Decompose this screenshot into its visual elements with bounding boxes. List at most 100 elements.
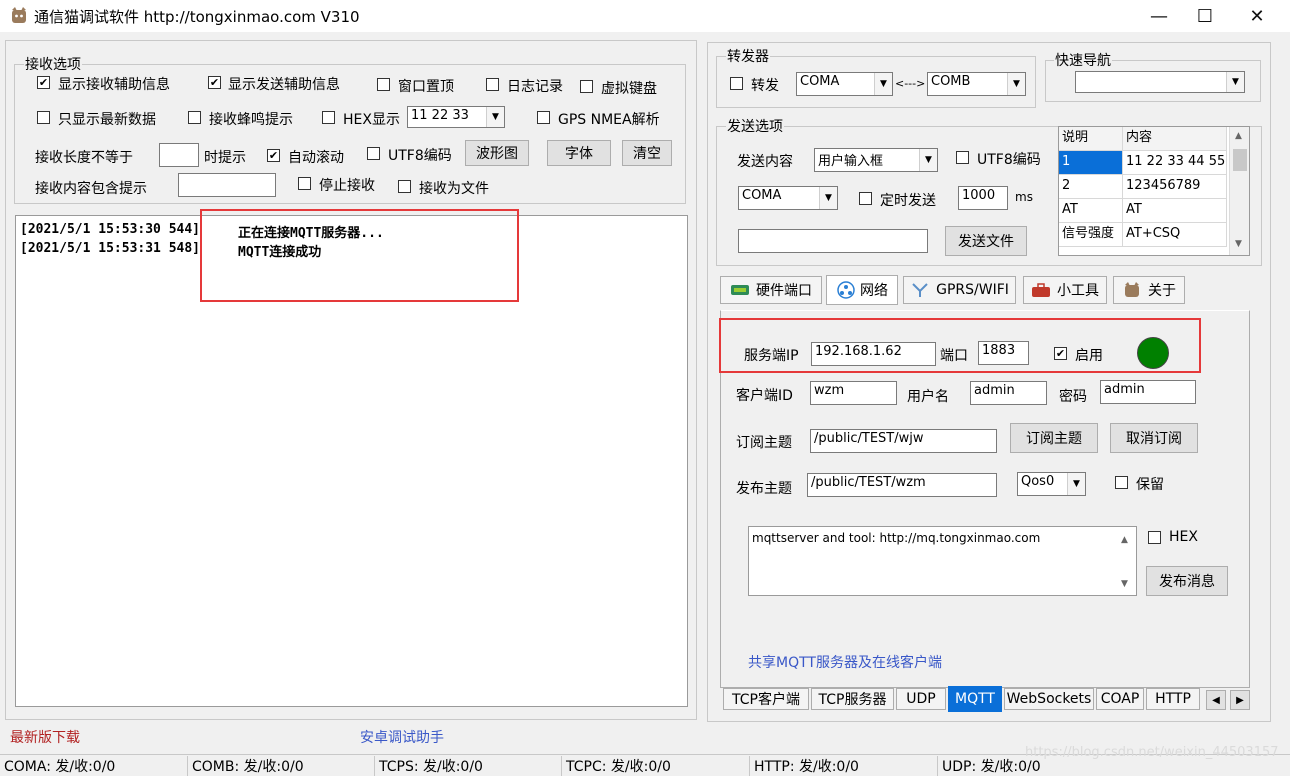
- timed-send-label: 定时发送: [880, 193, 936, 209]
- prompt-when-label: 时提示: [204, 150, 246, 166]
- tab-mqtt[interactable]: MQTT: [948, 686, 1002, 712]
- publish-topic-input[interactable]: /public/TEST/wzm: [807, 473, 997, 497]
- stop-recv-label: 停止接收: [319, 178, 375, 194]
- tab-gprs-wifi[interactable]: GPRS/WIFI: [903, 276, 1016, 304]
- tab-network[interactable]: 网络: [826, 275, 898, 305]
- chevron-down-icon[interactable]: ▼: [1235, 239, 1242, 249]
- chevron-down-icon[interactable]: ▼: [1121, 579, 1128, 589]
- scroll-thumb[interactable]: [1233, 149, 1247, 171]
- unsubscribe-button[interactable]: 取消订阅: [1110, 423, 1198, 453]
- tab-coap[interactable]: COAP: [1096, 688, 1144, 710]
- send-content-select[interactable]: 用户输入框 ▼: [814, 148, 938, 172]
- android-helper-link[interactable]: 安卓调试助手: [360, 727, 444, 747]
- window-title: 通信猫调试软件 http://tongxinmao.com V310: [34, 8, 360, 26]
- show-send-aux-checkbox[interactable]: ✔: [208, 76, 221, 89]
- hex-display-label: HEX显示: [343, 112, 400, 128]
- tab-about[interactable]: 关于: [1113, 276, 1185, 304]
- username-input[interactable]: admin: [970, 381, 1047, 405]
- recv-utf8-label: UTF8编码: [388, 148, 452, 164]
- only-latest-checkbox[interactable]: [37, 111, 50, 124]
- length-not-equal-label: 接收长度不等于: [35, 150, 133, 166]
- forward-checkbox[interactable]: [730, 77, 743, 90]
- tab-hardware-port[interactable]: 硬件端口: [720, 276, 822, 304]
- tab-scroll-right-icon[interactable]: ▶: [1230, 690, 1250, 710]
- tab-tools[interactable]: 小工具: [1023, 276, 1107, 304]
- recv-to-file-checkbox[interactable]: [398, 180, 411, 193]
- chevron-up-icon[interactable]: ▲: [1235, 131, 1242, 141]
- chevron-down-icon: ▼: [1067, 473, 1085, 495]
- tab-udp[interactable]: UDP: [896, 688, 946, 710]
- tab-websockets[interactable]: WebSockets: [1004, 688, 1094, 710]
- log-time-2: [2021/5/1 15:53:31 548]: [20, 241, 201, 256]
- gps-nmea-checkbox[interactable]: [537, 111, 550, 124]
- recv-beep-label: 接收蜂鸣提示: [209, 112, 293, 128]
- recv-utf8-checkbox[interactable]: [367, 147, 380, 160]
- length-value-input[interactable]: [159, 143, 199, 167]
- client-id-input[interactable]: wzm: [810, 381, 897, 405]
- send-file-button[interactable]: 发送文件: [945, 226, 1027, 256]
- recv-beep-checkbox[interactable]: [188, 111, 201, 124]
- table-cell-content[interactable]: AT: [1123, 199, 1227, 223]
- virtual-keyboard-checkbox[interactable]: [580, 80, 593, 93]
- retain-checkbox[interactable]: [1115, 476, 1128, 489]
- quick-nav-select[interactable]: ▼: [1075, 71, 1245, 93]
- chevron-up-icon[interactable]: ▲: [1121, 535, 1128, 545]
- table-cell-content[interactable]: AT+CSQ: [1123, 223, 1227, 247]
- subscribe-topic-input[interactable]: /public/TEST/wjw: [810, 429, 997, 453]
- password-input[interactable]: admin: [1100, 380, 1196, 404]
- antenna-icon: [912, 283, 928, 297]
- send-file-path-input[interactable]: [738, 229, 928, 253]
- maximize-button[interactable]: ☐: [1182, 0, 1228, 32]
- window-top-label: 窗口置顶: [398, 79, 454, 95]
- close-button[interactable]: ✕: [1234, 0, 1280, 32]
- hex-display-checkbox[interactable]: [322, 111, 335, 124]
- show-recv-aux-checkbox[interactable]: ✔: [37, 76, 50, 89]
- send-interval-input[interactable]: 1000: [958, 186, 1008, 210]
- tab-scroll-left-icon[interactable]: ◀: [1206, 690, 1226, 710]
- chevron-down-icon: ▼: [919, 149, 937, 171]
- forward-from-select[interactable]: COMA ▼: [796, 72, 893, 96]
- forward-label: 转发: [751, 78, 779, 94]
- clear-button[interactable]: 清空: [622, 140, 672, 166]
- table-cell-content[interactable]: 123456789: [1123, 175, 1227, 199]
- username-label: 用户名: [907, 389, 949, 405]
- send-port-select[interactable]: COMA ▼: [738, 186, 838, 210]
- qos-select[interactable]: Qos0 ▼: [1017, 472, 1086, 496]
- timed-send-checkbox[interactable]: [859, 192, 872, 205]
- auto-scroll-checkbox[interactable]: ✔: [267, 149, 280, 162]
- hex-value-select[interactable]: 11 22 33 ▼: [407, 106, 505, 128]
- table-scrollbar[interactable]: ▲ ▼: [1229, 127, 1249, 255]
- publish-hex-checkbox[interactable]: [1148, 531, 1161, 544]
- table-cell-desc[interactable]: 信号强度: [1059, 223, 1123, 247]
- quick-send-table[interactable]: 说明 内容 1 11 22 33 44 55 2 123456789 AT AT…: [1058, 126, 1250, 256]
- table-header-content: 内容: [1123, 127, 1227, 151]
- log-record-label: 日志记录: [507, 79, 563, 95]
- send-utf8-checkbox[interactable]: [956, 151, 969, 164]
- forward-to-select[interactable]: COMB ▼: [927, 72, 1026, 96]
- publish-button[interactable]: 发布消息: [1146, 566, 1228, 596]
- log-record-checkbox[interactable]: [486, 78, 499, 91]
- tab-tcp-server[interactable]: TCP服务器: [811, 688, 894, 710]
- publish-message-textarea[interactable]: mqttserver and tool: http://mq.tongxinma…: [748, 526, 1137, 596]
- waveform-button[interactable]: 波形图: [465, 140, 529, 166]
- subscribe-button[interactable]: 订阅主题: [1010, 423, 1098, 453]
- minimize-button[interactable]: —: [1136, 0, 1182, 32]
- shared-mqtt-link[interactable]: 共享MQTT服务器及在线客户端: [748, 652, 942, 672]
- table-cell-desc[interactable]: AT: [1059, 199, 1123, 223]
- log-time-1: [2021/5/1 15:53:30 544]: [20, 222, 201, 237]
- font-button[interactable]: 字体: [547, 140, 611, 166]
- content-contains-input[interactable]: [178, 173, 276, 197]
- latest-download-link[interactable]: 最新版下载: [10, 727, 80, 747]
- send-content-text: 用户输入框: [818, 154, 884, 169]
- only-latest-label: 只显示最新数据: [58, 112, 156, 128]
- window-top-checkbox[interactable]: [377, 78, 390, 91]
- tab-http[interactable]: HTTP: [1146, 688, 1200, 710]
- chevron-down-icon: ▼: [1226, 72, 1244, 92]
- table-cell-desc[interactable]: 1: [1059, 151, 1123, 175]
- tab-tcp-client[interactable]: TCP客户端: [723, 688, 809, 710]
- table-cell-desc[interactable]: 2: [1059, 175, 1123, 199]
- stop-recv-checkbox[interactable]: [298, 177, 311, 190]
- gps-nmea-label: GPS NMEA解析: [558, 112, 660, 128]
- table-cell-content[interactable]: 11 22 33 44 55: [1123, 151, 1227, 175]
- cat-icon: [1125, 282, 1139, 297]
